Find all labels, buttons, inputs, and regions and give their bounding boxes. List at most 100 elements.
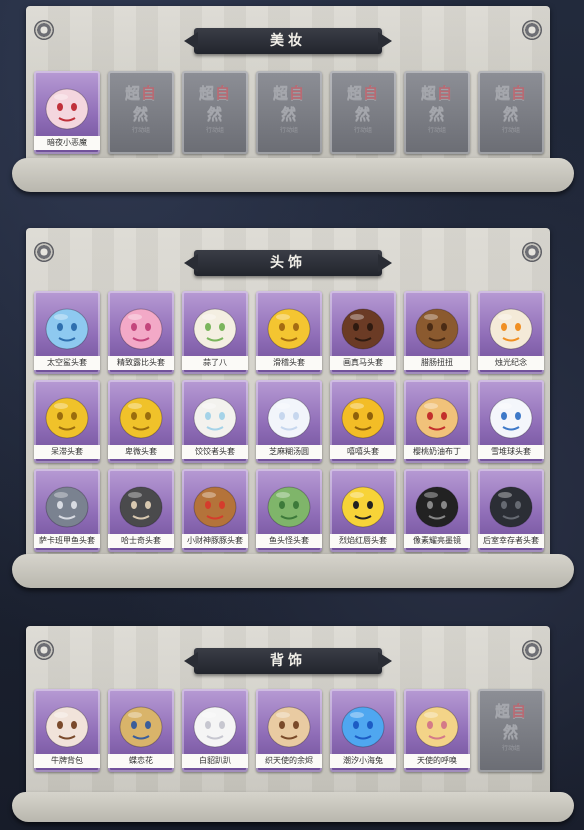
- item-grid: 牛牌背包 蝶恋花 白貂趴趴 织天使的余烬 潮汐小海兔 天使的呼唤 超自然 行动组: [34, 689, 544, 772]
- item-grid: 太空鲨头套 精致露比头套 蒜了八 滑稽头套 画真马头套 腊肠扭扭 烛光纪念 呆滞…: [34, 291, 544, 552]
- item-card[interactable]: 哈士奇头套: [108, 469, 174, 552]
- item-card[interactable]: 太空鲨头套: [34, 291, 100, 374]
- item-card[interactable]: 暗夜小恶魔: [34, 71, 100, 154]
- item-card[interactable]: 天使的呼唤: [404, 689, 470, 772]
- corner-ornament-right: [522, 20, 542, 40]
- gas-mask-helmet-icon: [484, 477, 538, 531]
- item-name: 牛牌背包: [34, 754, 100, 768]
- item-card[interactable]: 滑稽头套: [256, 291, 322, 374]
- item-name: 哈士奇头套: [108, 534, 174, 548]
- game-logo-icon: 超自然 行动组: [494, 83, 528, 134]
- item-card[interactable]: 腊肠扭扭: [404, 291, 470, 374]
- item-name: 天使的呼唤: [404, 754, 470, 768]
- section-makeup: 美妆 暗夜小恶魔 超自然 行动组 超自然 行动组 超自然 行动组 超自然 行动组 超自然 行动组 超自…: [26, 6, 550, 172]
- game-logo-icon: 超自然 行动组: [198, 83, 232, 134]
- butterfly-flower-icon: [114, 697, 168, 751]
- item-card[interactable]: 织天使的余烬: [256, 689, 322, 772]
- blue-sea-bunny-icon: [336, 697, 390, 751]
- item-card[interactable]: 嘻嘻头套: [330, 380, 396, 463]
- item-name: 织天使的余烬: [256, 754, 322, 768]
- item-name: 蝶恋花: [108, 754, 174, 768]
- item-name: 芝麻糊汤圆: [256, 445, 322, 459]
- game-logo-icon: 超自然 行动组: [124, 83, 158, 134]
- section-headwear: 头饰 太空鲨头套 精致露比头套 蒜了八 滑稽头套 画真马头套 腊肠扭扭 烛光纪念…: [26, 228, 550, 570]
- item-card[interactable]: 雪堆球头套: [478, 380, 544, 463]
- item-card[interactable]: 白貂趴趴: [182, 689, 248, 772]
- item-card[interactable]: 像素耀亮墨镜: [404, 469, 470, 552]
- scroll-bottom-makeup: [12, 158, 574, 192]
- cherry-pudding-head-icon: [410, 388, 464, 442]
- section-backwear: 背饰 牛牌背包 蝶恋花 白貂趴趴 织天使的余烬 潮汐小海兔 天使的呼唤 超自然 …: [26, 626, 550, 818]
- item-card[interactable]: 卑微头套: [108, 380, 174, 463]
- item-card[interactable]: 后室幸存者头套: [478, 469, 544, 552]
- item-card[interactable]: 牛牌背包: [34, 689, 100, 772]
- scroll-bottom-backwear: [12, 792, 574, 822]
- item-slot-locked[interactable]: 超自然 行动组: [478, 689, 544, 772]
- section-title: 背饰: [194, 648, 382, 674]
- capybara-fortune-head-icon: [188, 477, 242, 531]
- item-name: 蒜了八: [182, 356, 248, 370]
- item-name: 后室幸存者头套: [478, 534, 544, 548]
- item-card[interactable]: 芝麻糊汤圆: [256, 380, 322, 463]
- item-slot-locked[interactable]: 超自然 行动组: [182, 71, 248, 154]
- item-card[interactable]: 饺饺者头套: [182, 380, 248, 463]
- item-slot-locked[interactable]: 超自然 行动组: [256, 71, 322, 154]
- dumpling-head-icon: [188, 388, 242, 442]
- item-name: 烈焰红唇头套: [330, 534, 396, 548]
- item-card[interactable]: 精致露比头套: [108, 291, 174, 374]
- cow-backpack-icon: [40, 697, 94, 751]
- corner-ornament-left: [34, 20, 54, 40]
- angel-doll-icon: [262, 697, 316, 751]
- pixel-sunglasses-icon: [410, 477, 464, 531]
- funny-face-helmet-icon: [262, 299, 316, 353]
- item-slot-locked[interactable]: 超自然 行动组: [108, 71, 174, 154]
- item-card[interactable]: 画真马头套: [330, 291, 396, 374]
- item-name: 太空鲨头套: [34, 356, 100, 370]
- item-card[interactable]: 萨卡班甲鱼头套: [34, 469, 100, 552]
- corner-ornament-left: [34, 242, 54, 262]
- item-slot-locked[interactable]: 超自然 行动组: [478, 71, 544, 154]
- game-logo-icon: 超自然 行动组: [272, 83, 306, 134]
- candle-head-icon: [484, 299, 538, 353]
- item-name: 白貂趴趴: [182, 754, 248, 768]
- scroll-bottom-headwear: [12, 554, 574, 588]
- item-name: 卑微头套: [108, 445, 174, 459]
- sacabambaspis-head-icon: [40, 477, 94, 531]
- item-card[interactable]: 小财神豚豚头套: [182, 469, 248, 552]
- section-title: 头饰: [194, 250, 382, 276]
- corner-ornament-left: [34, 640, 54, 660]
- white-ferret-icon: [188, 697, 242, 751]
- item-name: 小财神豚豚头套: [182, 534, 248, 548]
- item-card[interactable]: 潮汐小海兔: [330, 689, 396, 772]
- item-card[interactable]: 蝶恋花: [108, 689, 174, 772]
- grinning-face-helmet-icon: [336, 388, 390, 442]
- item-card[interactable]: 鱼头怪头套: [256, 469, 322, 552]
- item-card[interactable]: 烈焰红唇头套: [330, 469, 396, 552]
- snowman-head-icon: [484, 388, 538, 442]
- item-name: 滑稽头套: [256, 356, 322, 370]
- fish-monster-head-icon: [262, 477, 316, 531]
- item-name: 萨卡班甲鱼头套: [34, 534, 100, 548]
- sesame-dumpling-head-icon: [262, 388, 316, 442]
- pikachu-sunglasses-head-icon: [336, 477, 390, 531]
- dazed-face-helmet-icon: [40, 388, 94, 442]
- item-name: 饺饺者头套: [182, 445, 248, 459]
- game-logo-icon: 超自然 行动组: [494, 701, 528, 752]
- item-name: 烛光纪念: [478, 356, 544, 370]
- game-logo-icon: 超自然 行动组: [346, 83, 380, 134]
- item-name: 腊肠扭扭: [404, 356, 470, 370]
- angel-call-doll-icon: [410, 697, 464, 751]
- item-grid: 暗夜小恶魔 超自然 行动组 超自然 行动组 超自然 行动组 超自然 行动组 超自然 行动组 超自然 行动…: [34, 71, 544, 154]
- item-slot-locked[interactable]: 超自然 行动组: [330, 71, 396, 154]
- item-card[interactable]: 樱桃奶油布丁: [404, 380, 470, 463]
- item-card[interactable]: 呆滞头套: [34, 380, 100, 463]
- pink-ruby-helmet-icon: [114, 299, 168, 353]
- item-name: 精致露比头套: [108, 356, 174, 370]
- item-card[interactable]: 蒜了八: [182, 291, 248, 374]
- item-name: 呆滞头套: [34, 445, 100, 459]
- corner-ornament-right: [522, 242, 542, 262]
- corner-ornament-right: [522, 640, 542, 660]
- item-card[interactable]: 烛光纪念: [478, 291, 544, 374]
- humble-face-helmet-icon: [114, 388, 168, 442]
- item-slot-locked[interactable]: 超自然 行动组: [404, 71, 470, 154]
